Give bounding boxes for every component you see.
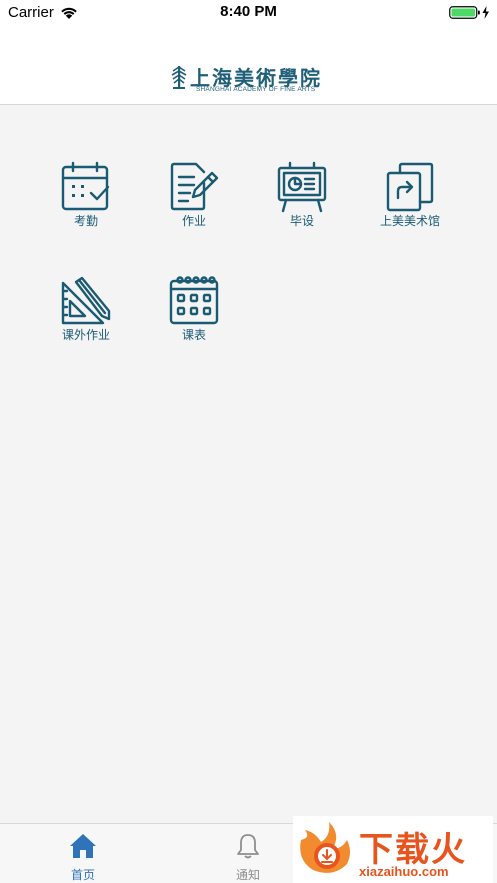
clock-time: 8:40 PM (220, 3, 277, 20)
grid-label: 课外作业 (61, 328, 110, 342)
grid-item-art-museum[interactable]: 上美美术馆 (360, 161, 460, 251)
extracurricular-ruler-pencil-icon (61, 276, 111, 325)
grid-item-attendance[interactable]: 考勤 (36, 161, 136, 251)
download-site-watermark: 下载火 xiazaihuo.com (293, 816, 493, 883)
flame-logo-icon (300, 822, 350, 873)
homework-document-pencil-icon (170, 162, 219, 211)
grid-label: 考勤 (73, 214, 98, 228)
academy-name-en: SHANGHAI ACADEMY OF FINE ARTS (196, 86, 316, 93)
grid-label: 毕设 (289, 214, 314, 228)
attendance-calendar-check-icon (61, 161, 110, 211)
grid-label: 作业 (181, 214, 206, 228)
grid-item-extracurricular[interactable]: 课外作业 (36, 275, 136, 365)
timetable-calendar-icon (169, 276, 219, 325)
grid-item-timetable[interactable]: 课表 (144, 275, 244, 365)
status-bar: Carrier 8:40 PM (0, 0, 497, 26)
grid-item-graduation-project[interactable]: 毕设 (252, 161, 352, 251)
academy-logo: 上海美術學院 SHANGHAI ACADEMY OF FINE ARTS (170, 62, 330, 94)
battery-charging-icon (449, 6, 489, 19)
grid-label: 课表 (181, 328, 206, 342)
watermark-url: xiazaihuo.com (359, 864, 449, 879)
tab-home[interactable]: 首页 (28, 824, 138, 883)
tab-notifications[interactable]: 通知 (193, 824, 303, 883)
graduation-project-easel-icon (277, 161, 327, 213)
grid-label: 上美美术馆 (379, 214, 440, 228)
app-header: 上海美術學院 SHANGHAI ACADEMY OF FINE ARTS (0, 26, 497, 105)
home-icon (70, 834, 96, 858)
tab-label-notifications: 通知 (235, 868, 260, 882)
academy-emblem-icon (171, 66, 187, 89)
art-museum-share-icon (386, 162, 434, 212)
bell-icon (237, 834, 259, 859)
grid-item-homework[interactable]: 作业 (144, 161, 244, 251)
tab-label-home: 首页 (70, 868, 95, 882)
